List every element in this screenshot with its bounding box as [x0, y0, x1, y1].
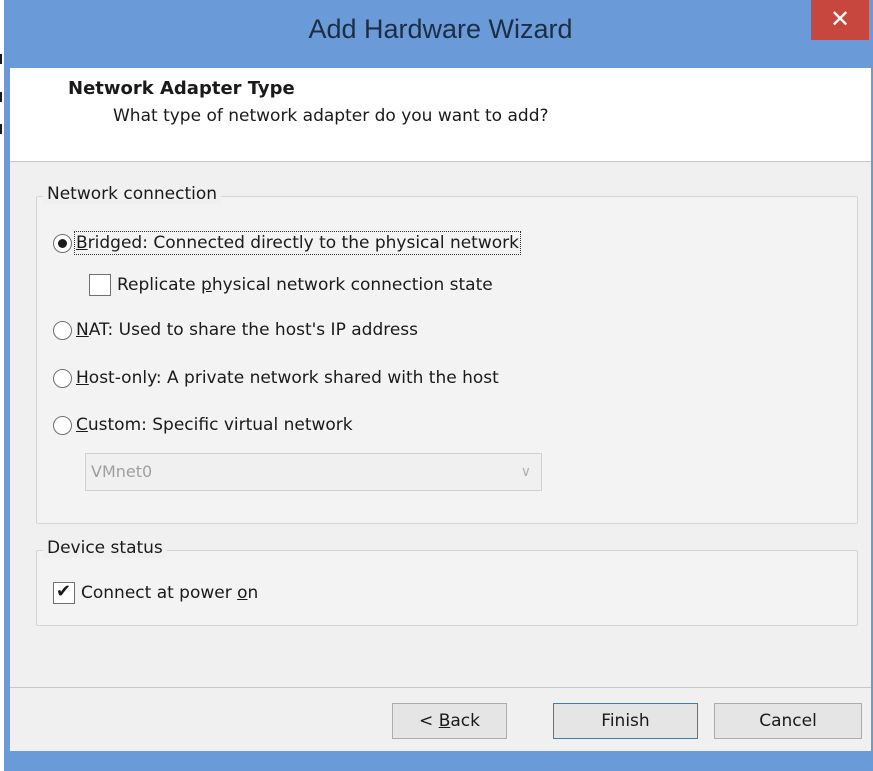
connect-at-power-on-checkbox[interactable]: Connect at power on [53, 581, 258, 605]
network-connection-group: Network connection Bridged: Connected di… [36, 184, 858, 524]
chevron-down-icon: ∨ [520, 464, 531, 480]
edge-mark [0, 92, 2, 102]
close-icon: ✕ [829, 5, 851, 33]
device-status-legend: Device status [43, 538, 167, 558]
replicate-state-label: Replicate physical network connection st… [117, 275, 493, 295]
radio-host-only-indicator[interactable] [53, 368, 72, 388]
device-status-group: Device status Connect at power on [36, 538, 858, 626]
title-bar[interactable]: Add Hardware Wizard ✕ [10, 0, 871, 68]
radio-host-only-label: Host-only: A private network shared with… [76, 368, 499, 388]
custom-network-value: VMnet0 [91, 462, 153, 481]
radio-nat-indicator[interactable] [53, 320, 72, 340]
radio-nat-label: NAT: Used to share the host's IP address [76, 320, 419, 340]
radio-nat[interactable]: NAT: Used to share the host's IP address [53, 318, 418, 342]
cancel-button[interactable]: Cancel [714, 703, 862, 739]
radio-bridged-label: Bridged: Connected directly to the physi… [74, 231, 521, 255]
edge-mark [0, 124, 2, 134]
radio-custom[interactable]: Custom: Specific virtual network [53, 413, 353, 437]
replicate-state-box[interactable] [89, 274, 111, 296]
radio-custom-indicator[interactable] [53, 415, 72, 435]
connect-at-power-on-label: Connect at power on [81, 583, 259, 603]
radio-bridged-indicator[interactable] [53, 233, 72, 253]
page-title: Network Adapter Type [68, 78, 295, 99]
radio-host-only[interactable]: Host-only: A private network shared with… [53, 366, 499, 390]
close-button[interactable]: ✕ [811, 0, 869, 40]
replicate-state-checkbox[interactable]: Replicate physical network connection st… [89, 273, 493, 297]
page-subtitle: What type of network adapter do you want… [113, 106, 549, 126]
window-bottom-border [10, 751, 871, 771]
edge-mark [0, 54, 2, 64]
wizard-header: Network Adapter Type What type of networ… [10, 68, 871, 162]
radio-custom-label: Custom: Specific virtual network [76, 415, 353, 435]
back-button[interactable]: < Back [392, 703, 507, 739]
custom-network-select[interactable]: VMnet0 ∨ [85, 453, 542, 491]
network-connection-legend: Network connection [43, 184, 222, 204]
wizard-window: Add Hardware Wizard ✕ Network Adapter Ty… [4, 0, 873, 771]
window-title: Add Hardware Wizard [308, 14, 573, 44]
radio-bridged[interactable]: Bridged: Connected directly to the physi… [53, 231, 521, 255]
footer-divider [10, 687, 871, 688]
connect-at-power-on-box[interactable] [53, 581, 75, 604]
finish-button[interactable]: Finish [553, 703, 698, 739]
